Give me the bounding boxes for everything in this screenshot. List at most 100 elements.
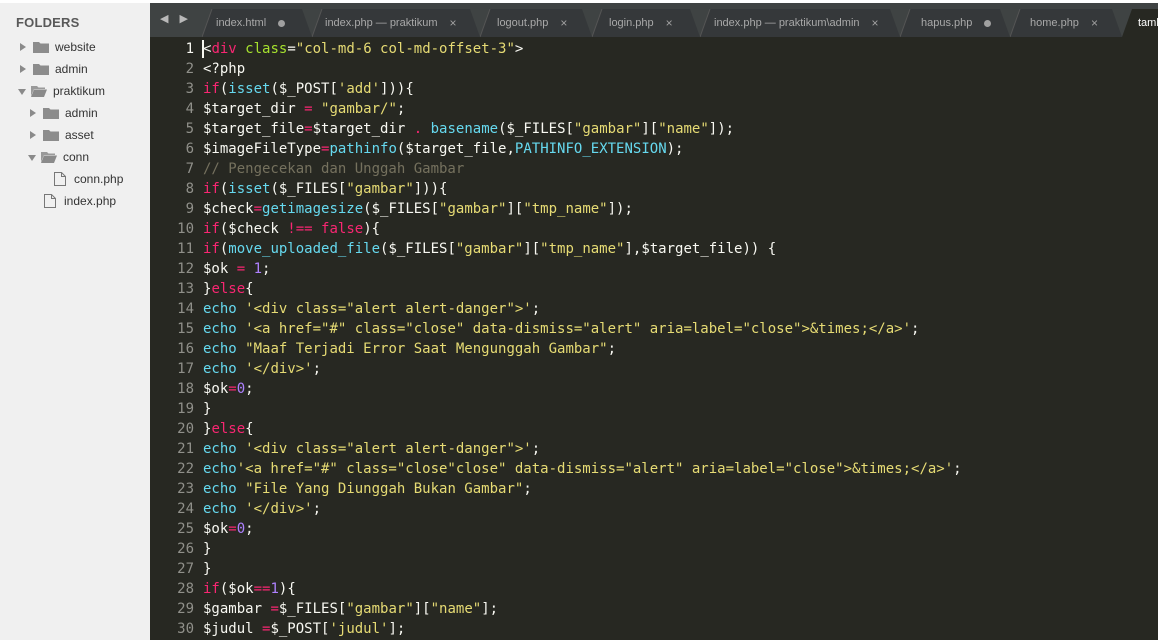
code-line[interactable]: echo '</div>'; (203, 359, 321, 379)
line-number: 18 (177, 381, 194, 397)
sidebar-item-asset[interactable]: asset (30, 124, 94, 146)
sidebar-item-praktikum[interactable]: praktikum (18, 80, 105, 102)
sidebar-item-label: admin (55, 62, 88, 76)
chevron-right-icon[interactable] (20, 65, 26, 73)
code-line[interactable]: $imageFileType=pathinfo($target_file,PAT… (203, 139, 683, 159)
sidebar-item-label: index.php (64, 194, 117, 208)
chevron-right-icon[interactable] (30, 131, 36, 139)
tab-label: logout.php (497, 17, 549, 29)
unsaved-dot-icon[interactable] (278, 19, 286, 27)
folder-open-icon (31, 86, 47, 97)
code-line[interactable]: echo '<div class="alert alert-danger">'; (203, 439, 540, 459)
code-line[interactable]: $ok=0; (203, 519, 254, 539)
line-number: 24 (177, 501, 194, 517)
sidebar-item-index-php[interactable]: index.php (44, 190, 116, 212)
line-number: 5 (185, 121, 194, 137)
close-icon[interactable]: × (560, 16, 567, 30)
close-icon[interactable]: × (450, 16, 457, 30)
tab-login-php[interactable]: login.php × (592, 9, 700, 37)
code-line[interactable]: } (203, 539, 211, 559)
code-line[interactable]: $target_file=$target_dir . basename($_FI… (203, 119, 734, 139)
close-icon[interactable]: × (666, 16, 673, 30)
tab-label: hapus.php (921, 17, 973, 29)
code-line[interactable]: if($check !== false){ (203, 219, 380, 239)
chevron-down-icon[interactable] (28, 155, 36, 161)
code-line[interactable]: <?php (203, 59, 245, 79)
code-line[interactable]: } (203, 399, 211, 419)
code-line[interactable]: if($ok==1){ (203, 579, 296, 599)
folder-open-icon (41, 152, 57, 163)
line-number: 28 (177, 581, 194, 597)
line-number: 27 (177, 561, 194, 577)
line-number: 25 (177, 521, 194, 537)
code-line[interactable]: echo '<a href="#" class="close" data-dis… (203, 319, 919, 339)
sidebar-item-website[interactable]: website (20, 36, 96, 58)
sidebar-item-admin[interactable]: admin (20, 58, 88, 80)
code-line[interactable]: if(isset($_POST['add'])){ (203, 79, 414, 99)
line-number: 13 (177, 281, 194, 297)
line-number: 26 (177, 541, 194, 557)
line-number: 23 (177, 481, 194, 497)
line-number: 2 (185, 61, 194, 77)
code-line[interactable]: echo'<a href="#" class="close"close" dat… (203, 459, 962, 479)
line-number: 12 (177, 261, 194, 277)
tab-logout-php[interactable]: logout.php × (480, 9, 592, 37)
chevron-right-icon[interactable] (30, 109, 36, 117)
tab-label: index.php — praktikum\admin (714, 17, 860, 29)
code-line[interactable]: $judul =$_POST['judul']; (203, 619, 405, 639)
folders-title: FOLDERS (16, 15, 80, 30)
close-icon[interactable]: × (1091, 16, 1098, 30)
sidebar-item-label: asset (65, 128, 94, 142)
line-number: 14 (177, 301, 194, 317)
code-line[interactable]: $check=getimagesize($_FILES["gambar"]["t… (203, 199, 633, 219)
line-number: 10 (177, 221, 194, 237)
code-line[interactable]: }else{ (203, 419, 254, 439)
code-line[interactable]: }else{ (203, 279, 254, 299)
code-line[interactable]: $gambar =$_FILES["gambar"]["name"]; (203, 599, 498, 619)
line-number: 19 (177, 401, 194, 417)
code-line[interactable]: $ok = 1; (203, 259, 270, 279)
tab-index-php-praktikum[interactable]: index.php — praktikum × (312, 9, 480, 37)
tab-index-php-admin[interactable]: index.php — praktikum\admin × (700, 9, 900, 37)
sidebar-item-label: website (55, 40, 96, 54)
chevron-right-icon[interactable] (20, 43, 26, 51)
tab-nav-arrows[interactable]: ◀ ▶ (160, 12, 192, 25)
code-editor[interactable]: 1 2 3 4 5 6 7 8 9 10 11 12 13 14 15 16 1… (150, 37, 1158, 640)
code-line[interactable]: $target_dir = "gambar/"; (203, 99, 405, 119)
sidebar-item-conn[interactable]: conn (28, 146, 89, 168)
code-line[interactable]: if(move_uploaded_file($_FILES["gambar"][… (203, 239, 776, 259)
sidebar-item-label: admin (65, 106, 98, 120)
code-line[interactable]: echo '</div>'; (203, 499, 321, 519)
code-line[interactable]: echo '<div class="alert alert-danger">'; (203, 299, 540, 319)
tab-label: tamb (1138, 17, 1158, 29)
close-icon[interactable]: × (872, 16, 879, 30)
code-line[interactable]: if(isset($_FILES["gambar"])){ (203, 179, 447, 199)
code-line[interactable]: <div class="col-md-6 col-md-offset-3"> (203, 39, 523, 59)
unsaved-dot-icon[interactable] (984, 19, 992, 27)
tab-home-php[interactable]: home.php × (1010, 9, 1122, 37)
code-line[interactable]: // Pengecekan dan Unggah Gambar (203, 159, 464, 179)
tab-label: home.php (1030, 17, 1079, 29)
line-number: 22 (177, 461, 194, 477)
line-number: 17 (177, 361, 194, 377)
code-line[interactable]: $ok=0; (203, 379, 254, 399)
tab-active[interactable]: tamb (1122, 9, 1158, 37)
sidebar-item-praktikum-admin[interactable]: admin (30, 102, 98, 124)
tab-label: login.php (609, 17, 654, 29)
tab-hapus-php[interactable]: hapus.php (900, 9, 1010, 37)
line-number-gutter: 1 2 3 4 5 6 7 8 9 10 11 12 13 14 15 16 1… (150, 37, 194, 640)
tab-label: index.php — praktikum (325, 17, 438, 29)
file-icon (44, 194, 56, 208)
line-number: 11 (177, 241, 194, 257)
line-number: 8 (185, 181, 194, 197)
tab-index-html[interactable]: index.html (202, 9, 312, 37)
sidebar-item-conn-php[interactable]: conn.php (54, 168, 123, 190)
folder-icon (33, 42, 49, 53)
line-number: 7 (185, 161, 194, 177)
chevron-down-icon[interactable] (18, 89, 26, 95)
code-line[interactable]: echo "File Yang Diunggah Bukan Gambar"; (203, 479, 532, 499)
code-line[interactable]: echo "Maaf Terjadi Error Saat Mengunggah… (203, 339, 616, 359)
line-number: 1 (185, 41, 194, 57)
code-line[interactable]: } (203, 559, 211, 579)
folder-icon (43, 108, 59, 119)
